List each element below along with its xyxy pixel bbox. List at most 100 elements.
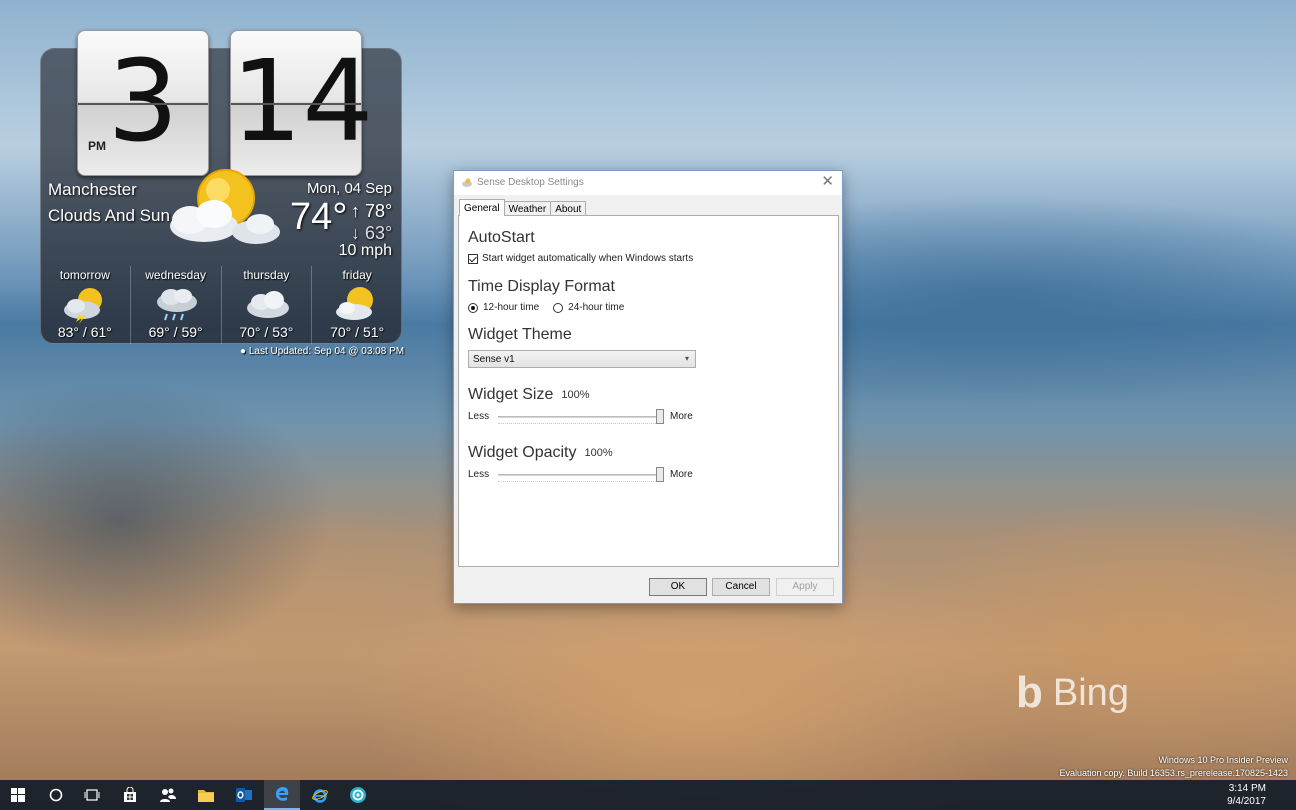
radio-12-hour-label: 12-hour time	[483, 302, 540, 313]
storm-sun-icon	[64, 288, 102, 324]
size-slider-ticks	[498, 422, 664, 424]
cancel-button[interactable]: Cancel	[712, 578, 770, 596]
flip-split-line	[78, 103, 208, 105]
edge-icon	[276, 787, 289, 801]
forecast-day: tomorrow 83° / 61°	[40, 266, 131, 344]
forecast-day-name: tomorrow	[59, 268, 110, 282]
taskbar-date: 9/4/2017	[1227, 796, 1266, 807]
clock-weather-widget[interactable]: 3 PM 14 Manchester Clouds And Sun Mon, 0…	[40, 30, 404, 357]
tab-general[interactable]: General	[459, 199, 505, 216]
cortana-button[interactable]	[38, 780, 74, 810]
store-icon	[124, 787, 136, 802]
outlook-icon	[236, 788, 252, 802]
autostart-checkbox[interactable]	[468, 253, 478, 264]
file-explorer-button[interactable]	[188, 780, 224, 810]
city-name: Manchester	[48, 180, 137, 199]
outlook-button[interactable]	[226, 780, 262, 810]
build-line-1: Windows 10 Pro Insider Preview	[1158, 755, 1288, 765]
date-label: Mon, 04 Sep	[306, 180, 392, 197]
start-icon	[11, 788, 25, 802]
ok-button[interactable]: OK	[649, 578, 707, 596]
apply-button[interactable]: Apply	[776, 578, 834, 596]
cloud-icon	[246, 291, 289, 318]
rain-cloud-icon	[156, 289, 197, 321]
current-temperature: 74°	[290, 196, 348, 238]
taskbar-clock[interactable]: 3:14 PM 9/4/2017	[1227, 782, 1266, 808]
radio-24-hour-label: 24-hour time	[568, 302, 625, 313]
wind-speed: 10 mph	[338, 242, 392, 259]
low-temp: ↓ 63°	[351, 223, 393, 243]
size-heading-row: Widget Size 100%	[468, 386, 590, 404]
radio-24-hour[interactable]	[553, 302, 564, 313]
app-icon	[462, 178, 472, 187]
forecast-day: wednesday 69° / 59°	[131, 266, 222, 344]
ampm-label: PM	[88, 139, 106, 153]
store-button[interactable]	[112, 780, 148, 810]
hour-flip-card: 3 PM	[77, 30, 209, 176]
dialog-title: Sense Desktop Settings	[477, 177, 584, 188]
cortana-icon	[49, 788, 63, 802]
forecast-temps: 69° / 59°	[148, 324, 203, 340]
tab-weather[interactable]: Weather	[503, 201, 552, 216]
opacity-more-label: More	[670, 469, 693, 480]
forecast-day-name: friday	[342, 268, 372, 282]
forecast-day-name: wednesday	[145, 268, 206, 282]
size-less-label: Less	[468, 411, 490, 422]
opacity-percent: 100%	[584, 447, 613, 459]
build-info: Windows 10 Pro Insider Preview Evaluatio…	[1060, 754, 1289, 780]
dialog-titlebar[interactable]: Sense Desktop Settings ✕	[454, 171, 842, 195]
people-button[interactable]	[150, 780, 186, 810]
opacity-slider-track[interactable]	[498, 474, 664, 476]
taskbar-time: 3:14 PM	[1228, 783, 1266, 794]
chevron-down-icon: ▾	[684, 354, 689, 363]
sense-app-button[interactable]	[340, 780, 376, 810]
close-icon[interactable]: ✕	[821, 174, 834, 190]
size-heading: Widget Size	[468, 386, 554, 403]
minute-digits: 14	[231, 37, 374, 167]
size-slider-row: Less More	[468, 409, 708, 425]
forecast-strip: tomorrow 83° / 61° wednesday 69° / 59° t…	[40, 266, 402, 344]
build-line-2: Evaluation copy. Build 16353.rs_prerelea…	[1059, 768, 1289, 778]
theme-select[interactable]: Sense v1 ▾	[468, 350, 696, 368]
start-button[interactable]	[0, 780, 36, 810]
edge-button[interactable]	[264, 780, 300, 810]
autostart-row[interactable]: Start widget automatically when Windows …	[468, 253, 693, 264]
flip-split-line	[231, 103, 361, 105]
bing-logo-icon: b	[1016, 668, 1043, 717]
opacity-less-label: Less	[468, 469, 490, 480]
weather-condition: Clouds And Sun	[48, 206, 170, 225]
radio-12-hour[interactable]	[468, 302, 478, 313]
forecast-temps: 70° / 53°	[239, 324, 294, 340]
tab-about[interactable]: About	[550, 201, 587, 216]
settings-dialog: Sense Desktop Settings ✕ General Weather…	[453, 170, 843, 604]
theme-heading: Widget Theme	[468, 326, 572, 343]
high-low-temps: ↑ 78° ↓ 63°	[351, 200, 392, 244]
internet-explorer-icon	[312, 789, 328, 803]
sun-cloud-icon	[336, 287, 374, 320]
last-updated-label: ● Last Updated: Sep 04 @ 03:08 PM	[240, 346, 405, 357]
bing-brand: Bing	[1052, 671, 1129, 714]
forecast-temps: 70° / 51°	[330, 324, 385, 340]
sun-cloud-icon	[170, 169, 280, 244]
tab-strip: General Weather About	[459, 199, 587, 216]
theme-select-value: Sense v1	[473, 354, 515, 365]
size-slider-track[interactable]	[498, 416, 664, 418]
people-icon	[160, 788, 176, 802]
task-view-button[interactable]	[74, 780, 110, 810]
size-more-label: More	[670, 411, 693, 422]
forecast-day-name: thursday	[243, 268, 290, 282]
forecast-day: friday 70° / 51°	[312, 266, 402, 344]
opacity-heading-row: Widget Opacity 100%	[468, 444, 613, 462]
minute-flip-card: 14	[230, 30, 374, 176]
general-panel: AutoStart Start widget automatically whe…	[458, 215, 839, 567]
internet-explorer-button[interactable]	[302, 780, 338, 810]
time-format-heading: Time Display Format	[468, 278, 615, 295]
taskbar: 3:14 PM 9/4/2017	[0, 780, 1296, 810]
forecast-temps: 83° / 61°	[57, 324, 112, 340]
size-slider-thumb[interactable]	[656, 409, 664, 424]
opacity-slider-row: Less More	[468, 467, 708, 483]
task-view-icon	[84, 789, 100, 801]
opacity-slider-thumb[interactable]	[656, 467, 664, 482]
last-updated-text: Last Updated: Sep 04 @ 03:08 PM	[248, 346, 405, 357]
high-temp: ↑ 78°	[351, 201, 393, 221]
